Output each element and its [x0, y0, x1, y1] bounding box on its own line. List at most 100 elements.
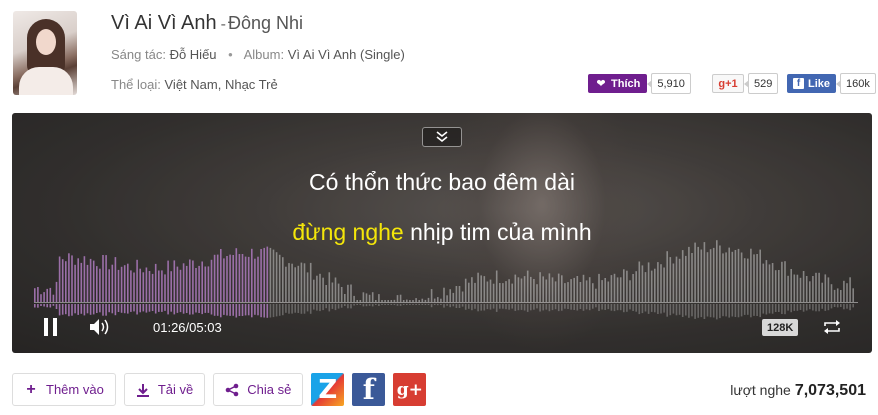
- progress-track[interactable]: [34, 302, 858, 303]
- waveform-bar: [443, 287, 445, 302]
- waveform-reflection-bar: [455, 304, 458, 308]
- waveform-bar: [812, 276, 814, 302]
- waveform-bar: [632, 274, 634, 302]
- waveform-reflection-bar: [768, 304, 771, 314]
- zing-share-button[interactable]: Z: [311, 373, 345, 406]
- waveform-bar: [201, 261, 203, 302]
- waveform-reflection-bar: [604, 304, 606, 310]
- waveform-reflection-bar: [666, 304, 668, 317]
- waveform-reflection-bar: [561, 304, 563, 311]
- waveform-reflection-bar: [678, 304, 681, 315]
- album-cover[interactable]: [13, 11, 77, 95]
- waveform-bar: [567, 282, 569, 302]
- genre-link[interactable]: Việt Nam, Nhạc Trẻ: [165, 77, 278, 92]
- waveform-bar: [55, 281, 58, 302]
- volume-button[interactable]: [88, 317, 114, 337]
- waveform-bar: [455, 286, 458, 302]
- waveform-bar: [471, 277, 473, 302]
- gplus-button[interactable]: g +1: [712, 74, 744, 93]
- waveform-bar: [344, 294, 346, 302]
- add-to-playlist-button[interactable]: + Thêm vào: [12, 373, 116, 406]
- waveform-bar: [728, 247, 730, 302]
- pause-button[interactable]: [42, 317, 60, 337]
- download-button[interactable]: Tải về: [123, 373, 206, 406]
- waveform-bar: [89, 258, 92, 302]
- genre-line: Thể loại: Việt Nam, Nhạc Trẻ: [111, 77, 278, 92]
- waveform-reflection-bar: [635, 304, 637, 312]
- waveform-bar: [331, 282, 334, 302]
- play-count-value: 7,073,501: [794, 382, 866, 399]
- share-button[interactable]: Chia sẻ: [213, 373, 304, 406]
- waveform-reflection-bar: [158, 304, 160, 312]
- waveform-bar: [173, 260, 176, 302]
- waveform-bar: [269, 247, 272, 302]
- waveform-bar: [179, 269, 182, 302]
- waveform-reflection-bar: [483, 304, 486, 311]
- waveform-reflection-bar: [418, 304, 420, 305]
- waveform-reflection-bar: [681, 304, 684, 317]
- waveform-bar: [452, 292, 455, 302]
- waveform-reflection-bar: [108, 304, 110, 313]
- waveform-bar: [272, 249, 275, 302]
- waveform-reflection-bar: [133, 304, 135, 312]
- waveform-reflection-bar: [37, 304, 39, 308]
- waveform-reflection-bar: [424, 304, 427, 305]
- waveform-reflection-bar: [362, 304, 365, 307]
- waveform-bar: [799, 277, 802, 302]
- facebook-like-button[interactable]: f Like: [787, 74, 837, 93]
- waveform-reflection-bar: [204, 304, 207, 313]
- play-count-label: lượt nghe: [730, 382, 791, 398]
- waveform-bar: [139, 268, 141, 302]
- waveform-reflection-bar: [229, 304, 231, 316]
- like-button[interactable]: ❤ Thích: [588, 74, 648, 93]
- waveform-reflection-bar: [371, 304, 374, 307]
- album-link[interactable]: Vì Ai Vì Anh (Single): [288, 47, 405, 62]
- waveform-reflection-bar: [316, 304, 318, 311]
- audio-waveform[interactable]: [12, 213, 872, 323]
- waveform-reflection-bar: [127, 304, 129, 314]
- waveform-reflection-bar: [306, 304, 309, 312]
- waveform-reflection-bar: [458, 304, 461, 308]
- waveform-reflection-bar: [793, 304, 796, 311]
- waveform-bar: [734, 250, 737, 302]
- waveform-bar: [824, 274, 827, 302]
- waveform-reflection-bar: [654, 304, 656, 313]
- waveform-reflection-bar: [827, 304, 830, 311]
- waveform-bar: [588, 277, 591, 302]
- share-icon: [225, 383, 239, 396]
- waveform-reflection-bar: [495, 304, 498, 312]
- waveform-reflection-bar: [207, 304, 210, 313]
- waveform-bar: [278, 254, 281, 302]
- waveform-bar: [235, 248, 238, 302]
- album-label: Album:: [243, 47, 285, 62]
- waveform-bar: [706, 252, 709, 302]
- waveform-bar: [65, 261, 67, 302]
- gplus-share-button[interactable]: g+: [393, 373, 427, 406]
- waveform-bar: [557, 273, 560, 302]
- waveform-reflection-bar: [291, 304, 293, 314]
- waveform-reflection-bar: [247, 304, 250, 316]
- waveform-bar: [142, 272, 145, 302]
- genre-label: Thể loại:: [111, 77, 161, 92]
- artist-link[interactable]: Đông Nhi: [228, 13, 303, 33]
- waveform-reflection-bar: [381, 304, 383, 305]
- waveform-reflection-bar: [216, 304, 219, 316]
- waveform-reflection-bar: [437, 304, 439, 306]
- quality-button[interactable]: 128K: [762, 319, 799, 336]
- waveform-reflection-bar: [821, 304, 823, 309]
- facebook-share-button[interactable]: f: [352, 373, 386, 406]
- waveform-reflection-bar: [502, 304, 504, 309]
- waveform-bar: [607, 281, 610, 302]
- waveform-reflection-bar: [148, 304, 151, 312]
- waveform-reflection-bar: [34, 304, 36, 308]
- composer-link[interactable]: Đỗ Hiếu: [170, 47, 217, 62]
- waveform-bar: [263, 247, 265, 302]
- waveform-bar: [613, 273, 616, 302]
- repeat-button[interactable]: [822, 317, 842, 337]
- collapse-lyrics-button[interactable]: [422, 127, 462, 147]
- waveform-reflection-bar: [334, 304, 337, 311]
- zing-icon: Z: [318, 374, 338, 405]
- waveform-reflection-bar: [210, 304, 213, 315]
- waveform-reflection-bar: [830, 304, 833, 309]
- waveform-bar: [492, 283, 495, 302]
